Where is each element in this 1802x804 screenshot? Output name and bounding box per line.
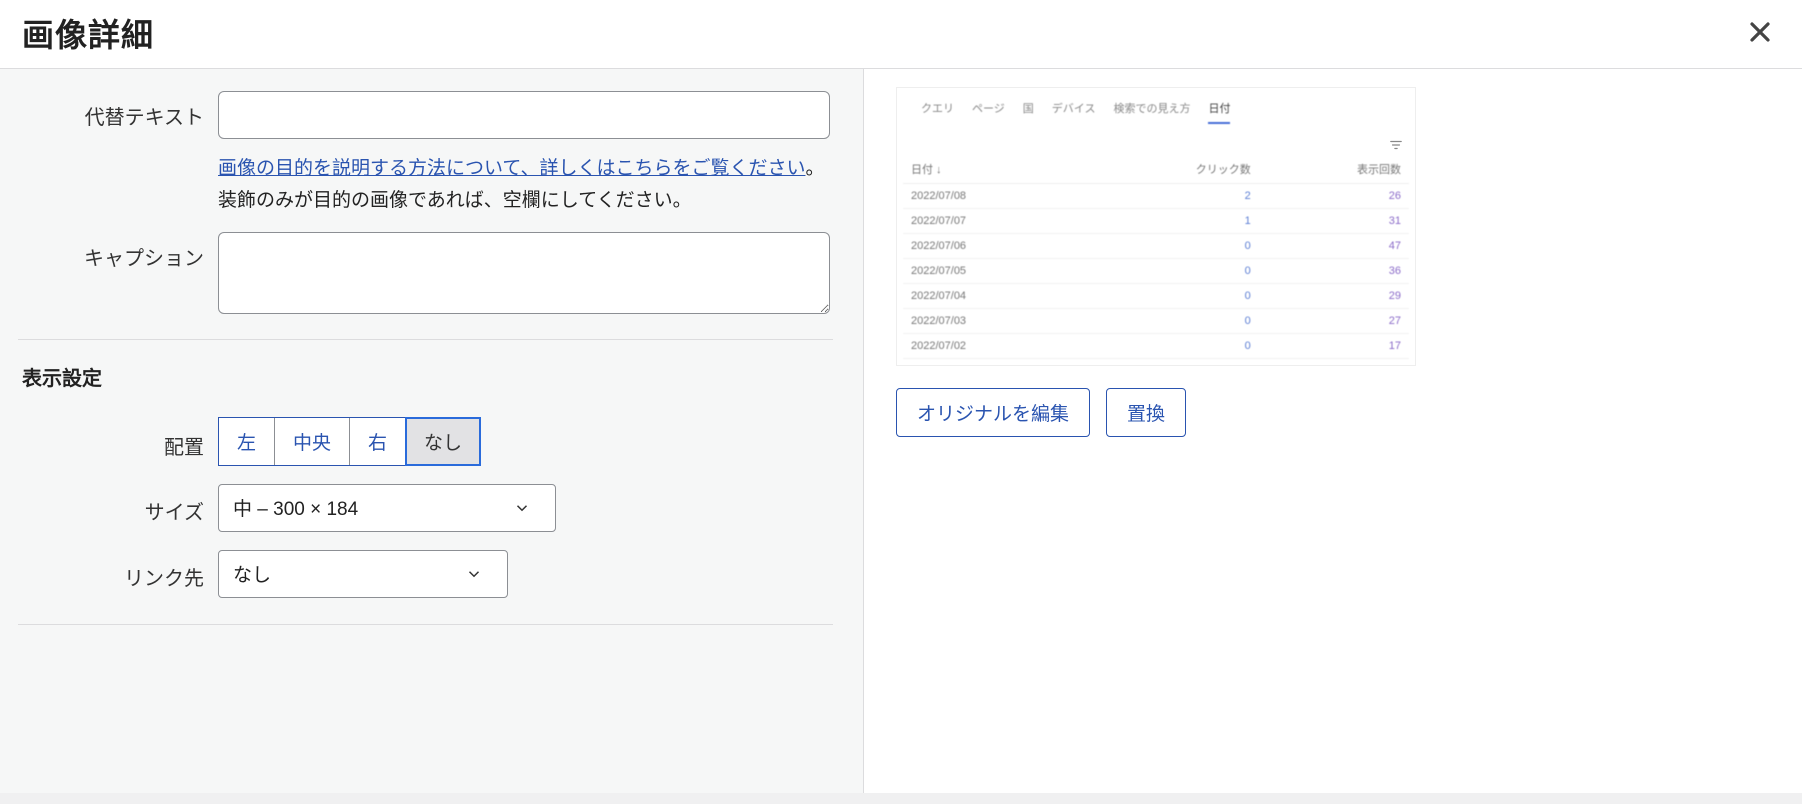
align-right-button[interactable]: 右	[350, 418, 406, 465]
cell-date: 2022/07/03	[903, 309, 1081, 334]
preview-tab: ページ	[972, 100, 1005, 124]
cell-impressions: 26	[1259, 184, 1409, 209]
align-none-button[interactable]: なし	[406, 418, 480, 465]
divider	[18, 339, 833, 340]
cell-impressions: 27	[1259, 309, 1409, 334]
align-left-button[interactable]: 左	[219, 418, 275, 465]
preview-table: 日付 ↓ クリック数 表示回数 2022/07/082262022/07/071…	[903, 155, 1409, 359]
table-row: 2022/07/02017	[903, 334, 1409, 359]
cell-impressions: 47	[1259, 234, 1409, 259]
cell-impressions: 29	[1259, 284, 1409, 309]
alt-text-input[interactable]	[218, 91, 830, 139]
cell-clicks: 0	[1081, 259, 1259, 284]
cell-clicks: 2	[1081, 184, 1259, 209]
table-row: 2022/07/03027	[903, 309, 1409, 334]
size-label: サイズ	[18, 484, 218, 525]
close-icon[interactable]	[1740, 12, 1780, 54]
alt-help-link[interactable]: 画像の目的を説明する方法について、詳しくはこちらをご覧ください	[218, 158, 805, 179]
align-label: 配置	[18, 417, 218, 460]
modal-body: 代替テキスト 画像の目的を説明する方法について、詳しくはこちらをご覧ください。装…	[0, 69, 1802, 793]
cell-date: 2022/07/06	[903, 234, 1081, 259]
link-select[interactable]: なし	[218, 550, 508, 598]
size-select[interactable]: 中 – 300 × 184	[218, 484, 556, 532]
preview-tab: デバイス	[1052, 100, 1096, 124]
cell-clicks: 0	[1081, 234, 1259, 259]
table-row: 2022/07/04029	[903, 284, 1409, 309]
cell-date: 2022/07/02	[903, 334, 1081, 359]
divider	[18, 624, 833, 625]
modal-title: 画像詳細	[22, 10, 154, 56]
table-row: 2022/07/07131	[903, 209, 1409, 234]
align-center-button[interactable]: 中央	[275, 418, 350, 465]
cell-clicks: 0	[1081, 309, 1259, 334]
preview-tabs: クエリ ページ 国 デバイス 検索での見え方 日付	[903, 92, 1409, 134]
filter-icon	[1389, 134, 1409, 155]
cell-impressions: 31	[1259, 209, 1409, 234]
settings-pane: 代替テキスト 画像の目的を説明する方法について、詳しくはこちらをご覧ください。装…	[0, 69, 864, 793]
table-row: 2022/07/08226	[903, 184, 1409, 209]
image-preview: クエリ ページ 国 デバイス 検索での見え方 日付 日付 ↓ クリック数	[896, 87, 1416, 366]
table-row: 2022/07/05036	[903, 259, 1409, 284]
replace-button[interactable]: 置換	[1106, 388, 1186, 437]
cell-date: 2022/07/07	[903, 209, 1081, 234]
size-select-value: 中 – 300 × 184	[233, 494, 358, 521]
cell-impressions: 17	[1259, 334, 1409, 359]
image-actions: オリジナルを編集 置換	[896, 388, 1770, 437]
col-date: 日付 ↓	[903, 155, 1081, 184]
caption-input[interactable]	[218, 232, 830, 314]
image-details-modal: 画像詳細 代替テキスト 画像の目的を説明する方法について、詳しくはこちらをご覧く…	[0, 0, 1802, 793]
caption-label: キャプション	[18, 232, 218, 271]
cell-clicks: 1	[1081, 209, 1259, 234]
table-row: 2022/07/06047	[903, 234, 1409, 259]
link-select-value: なし	[233, 560, 271, 587]
preview-pane: クエリ ページ 国 デバイス 検索での見え方 日付 日付 ↓ クリック数	[864, 69, 1802, 793]
preview-tab: 検索での見え方	[1113, 100, 1190, 124]
alt-text-label: 代替テキスト	[18, 91, 218, 130]
col-clicks: クリック数	[1081, 155, 1259, 184]
preview-tab: クエリ	[921, 100, 954, 124]
align-button-group: 左 中央 右 なし	[218, 417, 481, 466]
cell-date: 2022/07/08	[903, 184, 1081, 209]
modal-header: 画像詳細	[0, 0, 1802, 69]
col-impressions: 表示回数	[1259, 155, 1409, 184]
preview-tab: 国	[1023, 100, 1034, 124]
cell-impressions: 36	[1259, 259, 1409, 284]
cell-clicks: 0	[1081, 334, 1259, 359]
display-section-title: 表示設定	[22, 362, 833, 391]
cell-clicks: 0	[1081, 284, 1259, 309]
cell-date: 2022/07/04	[903, 284, 1081, 309]
preview-tab-active: 日付	[1208, 100, 1230, 124]
cell-date: 2022/07/05	[903, 259, 1081, 284]
link-label: リンク先	[18, 550, 218, 591]
alt-help-text: 画像の目的を説明する方法について、詳しくはこちらをご覧ください。装飾のみが目的の…	[218, 153, 830, 218]
edit-original-button[interactable]: オリジナルを編集	[896, 388, 1090, 437]
